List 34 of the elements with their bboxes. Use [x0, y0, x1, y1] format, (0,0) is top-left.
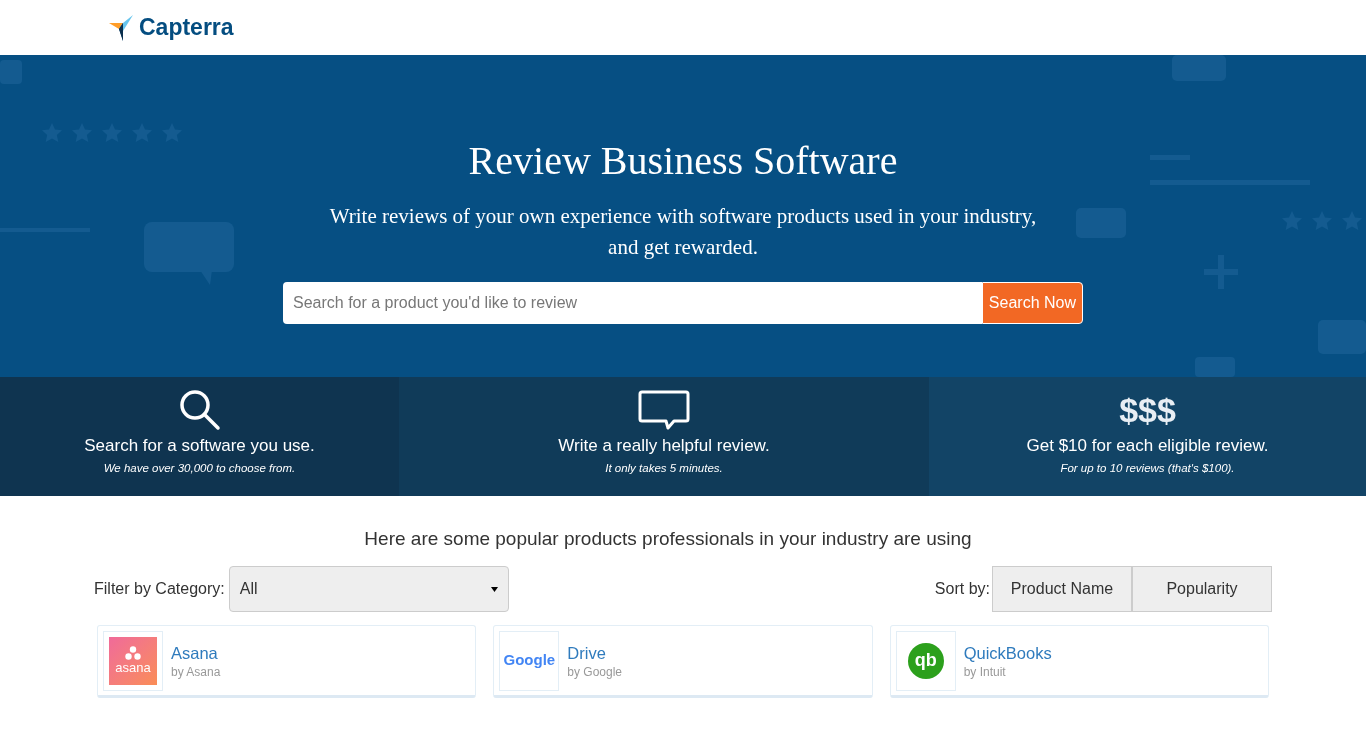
product-vendor: by Asana — [171, 663, 221, 680]
product-name[interactable]: QuickBooks — [963, 641, 1052, 664]
step-note: For up to 10 reviews (that's $100). — [1060, 461, 1235, 476]
step-note: We have over 30,000 to choose from. — [103, 461, 296, 476]
product-name[interactable]: Drive — [567, 641, 623, 664]
step-note: It only takes 5 minutes. — [605, 461, 723, 476]
product-vendor: by Google — [567, 663, 623, 680]
step-title: Get $10 for each eligible review. — [1026, 435, 1269, 457]
filter-label: Filter by Category: — [94, 579, 225, 599]
search-field[interactable]: Search for a product you'd like to review — [283, 282, 982, 324]
product-card[interactable]: asana Asana by Asana — [97, 625, 477, 698]
dots-icon — [125, 645, 141, 660]
step-title: Write a really helpful review. — [558, 435, 770, 457]
hero-title: Review Business Software — [468, 137, 898, 185]
logo-text: Capterra — [139, 13, 234, 43]
step-title: Search for a software you use. — [84, 435, 315, 457]
sort-option-button[interactable]: Popularity — [1132, 566, 1272, 612]
search-icon — [177, 387, 222, 432]
caret-icon — [490, 586, 498, 592]
product-card[interactable]: qb QuickBooks by Intuit — [889, 625, 1269, 698]
search-button[interactable]: Search Now — [981, 282, 1083, 324]
product-name[interactable]: Asana — [171, 641, 221, 664]
category-dropdown[interactable]: All — [228, 566, 509, 612]
sort-label: Sort by: — [934, 579, 990, 599]
product-card[interactable]: Google Drive by Google — [493, 625, 873, 698]
dollar-signs: $$$ — [1119, 389, 1176, 431]
products-heading: Here are some popular products professionals in your industry are using — [363, 527, 973, 551]
product-logo: qb — [907, 642, 944, 679]
sort-option-button[interactable]: Product Name — [992, 566, 1132, 612]
product-vendor: by Intuit — [963, 663, 1007, 680]
hero-subtitle: Write reviews of your own experience with software products used in your industry, and get rewarded. — [328, 203, 1038, 261]
product-logo: Google — [503, 650, 556, 671]
product-logo: asana — [109, 636, 157, 685]
logo-icon — [109, 14, 135, 41]
